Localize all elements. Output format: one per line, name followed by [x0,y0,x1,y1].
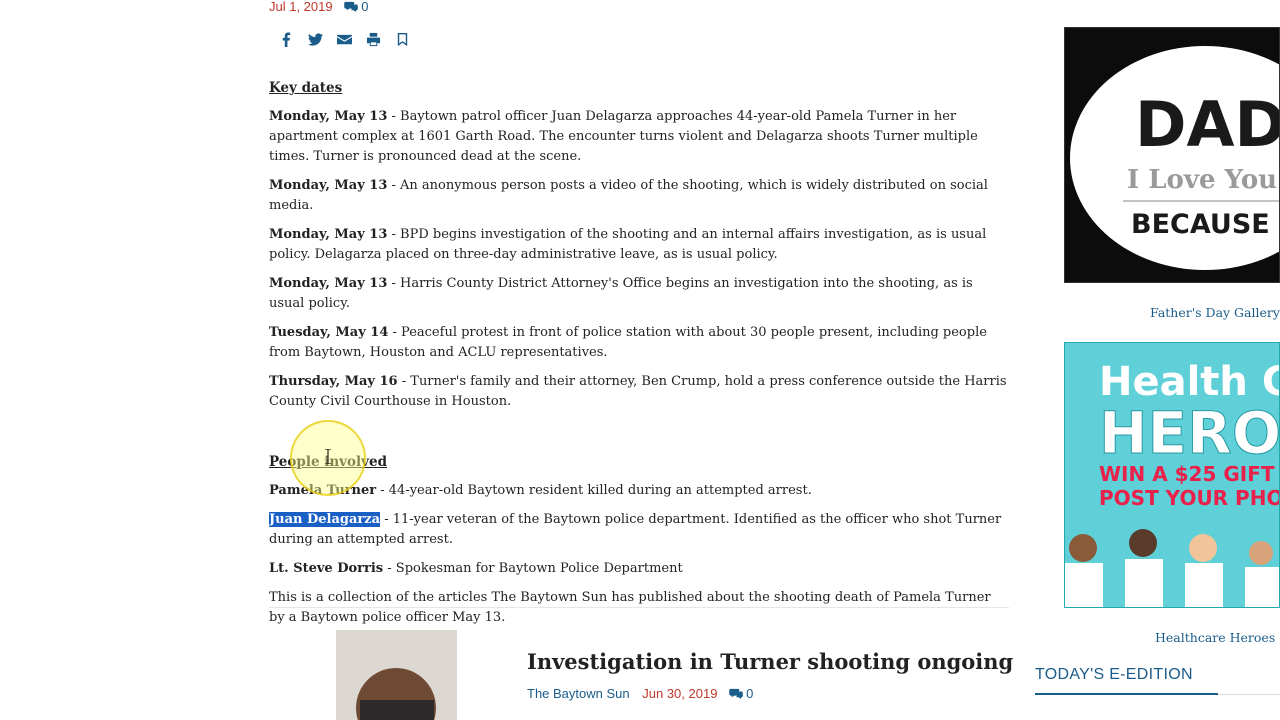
story-comments-link[interactable]: 0 [729,686,753,701]
key-date-label: Monday, May 13 [269,109,388,124]
healthcare-heroes-ad[interactable]: Health Ca HEROE WIN A $25 GIFT C POST YO… [1064,342,1280,608]
ad2-line3: WIN A $25 GIFT C [1099,462,1280,486]
key-dates-heading: Key dates [269,80,343,96]
key-date-item: Monday, May 13 - BPD begins investigatio… [269,225,1009,265]
comment-icon [729,688,743,699]
share-toolbar [277,30,412,49]
person-text: - 44-year-old Baytown resident killed du… [376,483,812,498]
key-date-item: Thursday, May 16 - Turner's family and t… [269,372,1009,412]
ad-subline: I Love You [1127,165,1277,195]
people-heading: People involved [269,454,388,470]
healthcare-heroes-link[interactable]: Healthcare Heroes [1155,630,1275,645]
key-date-item: Monday, May 13 - Harris County District … [269,274,1009,314]
key-date-label: Tuesday, May 14 [269,325,389,340]
story-comment-count: 0 [746,686,754,701]
ad2-line4: POST YOUR PHOTO [1099,486,1280,510]
key-date-label: Monday, May 13 [269,178,388,193]
person-name: Pamela Turner [269,483,377,498]
person-item: Lt. Steve Dorris - Spokesman for Baytown… [269,559,1009,579]
person-name-selected: Juan Delagarza [269,512,381,527]
twitter-icon[interactable] [306,30,325,49]
article-body: Key dates Monday, May 13 - Baytown patro… [269,78,1009,637]
facebook-icon[interactable] [277,30,296,49]
story-meta: The Baytown Sun Jun 30, 2019 0 [527,686,753,701]
key-date-item: Monday, May 13 - Baytown patrol officer … [269,107,1009,167]
key-date-label: Monday, May 13 [269,276,388,291]
comments-link[interactable]: 0 [344,0,368,14]
story-thumbnail[interactable] [336,630,457,720]
eedition-divider [1218,694,1280,695]
ad-headline: DAD [1135,88,1280,161]
story-date: Jun 30, 2019 [642,686,718,701]
person-item: Juan Delagarza - 11-year veteran of the … [269,510,1009,550]
section-divider [269,607,1009,608]
print-icon[interactable] [364,30,383,49]
bookmark-icon[interactable] [393,30,412,49]
todays-eedition-heading[interactable]: TODAY'S E-EDITION [1035,666,1193,684]
person-item: Pamela Turner - 44-year-old Baytown resi… [269,481,1009,501]
collection-note: This is a collection of the articles The… [269,590,991,625]
key-date-item: Tuesday, May 14 - Peaceful protest in fr… [269,323,1009,363]
key-date-label: Thursday, May 16 [269,374,398,389]
person-name: Lt. Steve Dorris [269,561,384,576]
fathers-day-gallery-link[interactable]: Father's Day Gallery [1150,305,1280,320]
story-headline[interactable]: Investigation in Turner shooting ongoing [527,649,1013,674]
person-photo-icon [336,630,457,720]
person-text: - Spokesman for Baytown Police Departmen… [383,561,683,576]
article-date: Jul 1, 2019 [269,0,333,14]
ad-tagline: BECAUSE [1131,209,1270,240]
ad2-line2: HEROE [1099,399,1280,467]
article-meta: Jul 1, 2019 0 [269,0,368,14]
eedition-underline [1035,693,1218,695]
story-source[interactable]: The Baytown Sun [527,686,630,701]
key-date-label: Monday, May 13 [269,227,388,242]
key-date-item: Monday, May 13 - An anonymous person pos… [269,176,1009,216]
comment-count: 0 [361,0,369,14]
email-icon[interactable] [335,30,354,49]
fathers-day-ad[interactable]: DAD I Love You BECAUSE [1064,27,1280,283]
comment-icon [344,1,359,12]
